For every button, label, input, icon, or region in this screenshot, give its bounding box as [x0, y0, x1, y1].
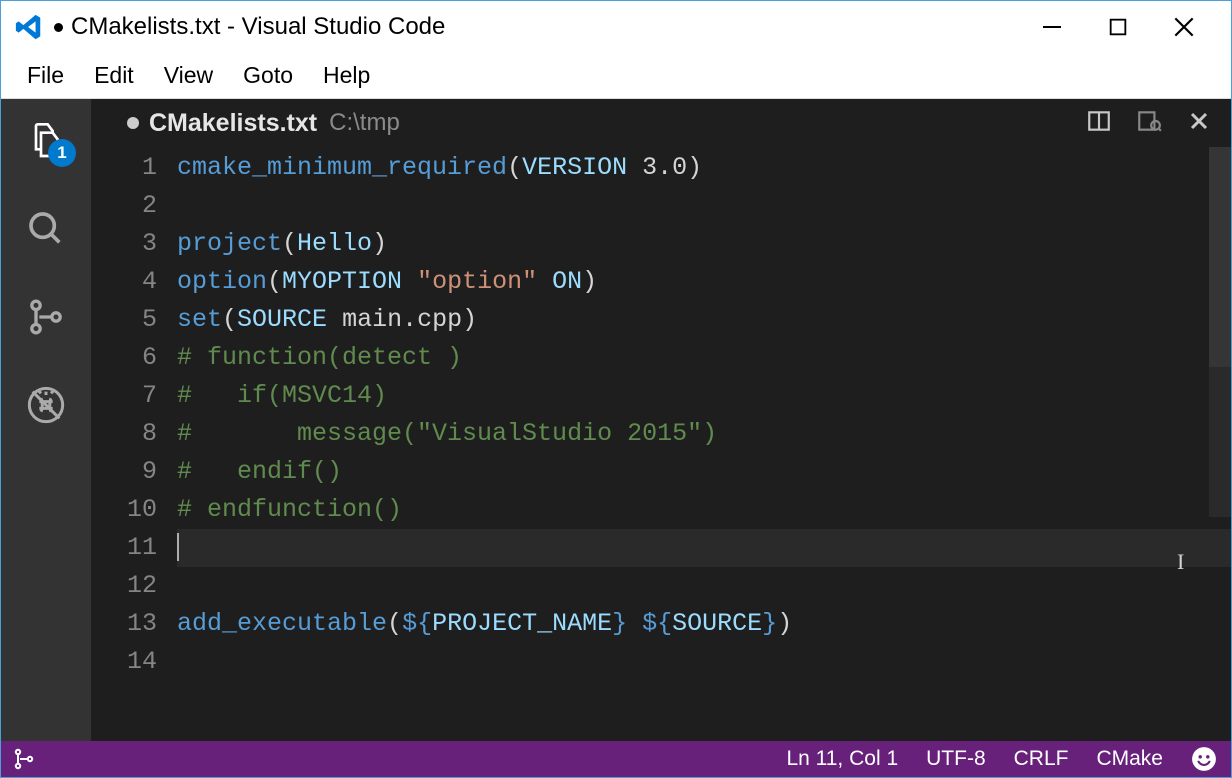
tab-filename: CMakelists.txt [149, 109, 317, 138]
minimize-button[interactable] [1039, 14, 1065, 40]
menu-help[interactable]: Help [309, 56, 384, 95]
text-cursor [177, 533, 179, 561]
line-number: 13 [91, 605, 157, 643]
menu-edit[interactable]: Edit [80, 56, 148, 95]
code-editor[interactable]: 1234567891011121314 cmake_minimum_requir… [91, 147, 1231, 741]
editor-tab[interactable]: CMakelists.txt C:\tmp [91, 99, 1231, 147]
line-number: 10 [91, 491, 157, 529]
window-controls [1039, 14, 1197, 40]
code-line[interactable]: project(Hello) [177, 225, 1231, 263]
workbench: 1 CMakelists.txt C:\tmp [1, 99, 1231, 741]
code-line[interactable]: # if(MSVC14) [177, 377, 1231, 415]
code-line[interactable]: # function(detect ) [177, 339, 1231, 377]
line-number: 8 [91, 415, 157, 453]
line-number: 4 [91, 263, 157, 301]
line-number: 12 [91, 567, 157, 605]
line-number: 14 [91, 643, 157, 681]
close-editor-icon[interactable] [1185, 107, 1213, 135]
toggle-preview-icon[interactable] [1135, 107, 1163, 135]
code-line[interactable] [177, 643, 1231, 681]
line-number: 6 [91, 339, 157, 377]
status-git-icon[interactable] [1, 741, 47, 777]
code-line[interactable] [177, 187, 1231, 225]
code-line[interactable] [177, 567, 1231, 605]
line-number: 11 [91, 529, 157, 567]
line-number: 3 [91, 225, 157, 263]
window-title: CMakelists.txt - Visual Studio Code [71, 13, 1039, 41]
line-number: 9 [91, 453, 157, 491]
feedback-smile-icon[interactable] [1191, 746, 1217, 772]
line-number: 5 [91, 301, 157, 339]
scroll-thumb-overview [1209, 367, 1231, 517]
line-number: 1 [91, 149, 157, 187]
code-line[interactable]: option(MYOPTION "option" ON) [177, 263, 1231, 301]
activity-bar: 1 [1, 99, 91, 741]
vertical-scrollbar[interactable] [1209, 147, 1231, 741]
tab-filepath: C:\tmp [329, 109, 400, 137]
activity-explorer[interactable]: 1 [22, 117, 70, 165]
status-cursor-position[interactable]: Ln 11, Col 1 [786, 747, 898, 771]
code-line[interactable]: # endif() [177, 453, 1231, 491]
activity-debug[interactable] [22, 381, 70, 429]
ibeam-cursor-icon: I [1177, 549, 1184, 575]
status-bar: Ln 11, Col 1 UTF-8 CRLF CMake [1, 741, 1231, 777]
line-number: 2 [91, 187, 157, 225]
status-encoding[interactable]: UTF-8 [926, 747, 986, 771]
split-editor-icon[interactable] [1085, 107, 1113, 135]
code-line[interactable] [177, 529, 1231, 567]
code-line[interactable]: set(SOURCE main.cpp) [177, 301, 1231, 339]
line-number: 7 [91, 377, 157, 415]
editor-area: CMakelists.txt C:\tmp 123456789101112131… [91, 99, 1231, 741]
line-gutter: 1234567891011121314 [91, 147, 177, 741]
menu-goto[interactable]: Goto [229, 56, 307, 95]
menu-view[interactable]: View [150, 56, 227, 95]
editor-actions [1085, 107, 1213, 135]
maximize-button[interactable] [1105, 14, 1131, 40]
code-line[interactable]: cmake_minimum_required(VERSION 3.0) [177, 149, 1231, 187]
code-line[interactable]: add_executable(${PROJECT_NAME} ${SOURCE}… [177, 605, 1231, 643]
menu-file[interactable]: File [13, 56, 78, 95]
status-language[interactable]: CMake [1096, 747, 1163, 771]
title-bar: CMakelists.txt - Visual Studio Code [1, 1, 1231, 53]
activity-search[interactable] [22, 205, 70, 253]
dirty-indicator-icon [54, 23, 63, 32]
close-button[interactable] [1171, 14, 1197, 40]
code-line[interactable]: # endfunction() [177, 491, 1231, 529]
menu-bar: File Edit View Goto Help [1, 53, 1231, 99]
activity-git[interactable] [22, 293, 70, 341]
scroll-thumb[interactable] [1209, 147, 1231, 367]
vscode-app-icon [14, 12, 44, 42]
code-content[interactable]: cmake_minimum_required(VERSION 3.0) proje… [177, 147, 1231, 741]
code-line[interactable]: # message("VisualStudio 2015") [177, 415, 1231, 453]
status-eol[interactable]: CRLF [1014, 747, 1069, 771]
tab-dirty-icon [127, 117, 139, 129]
explorer-badge: 1 [48, 139, 76, 167]
